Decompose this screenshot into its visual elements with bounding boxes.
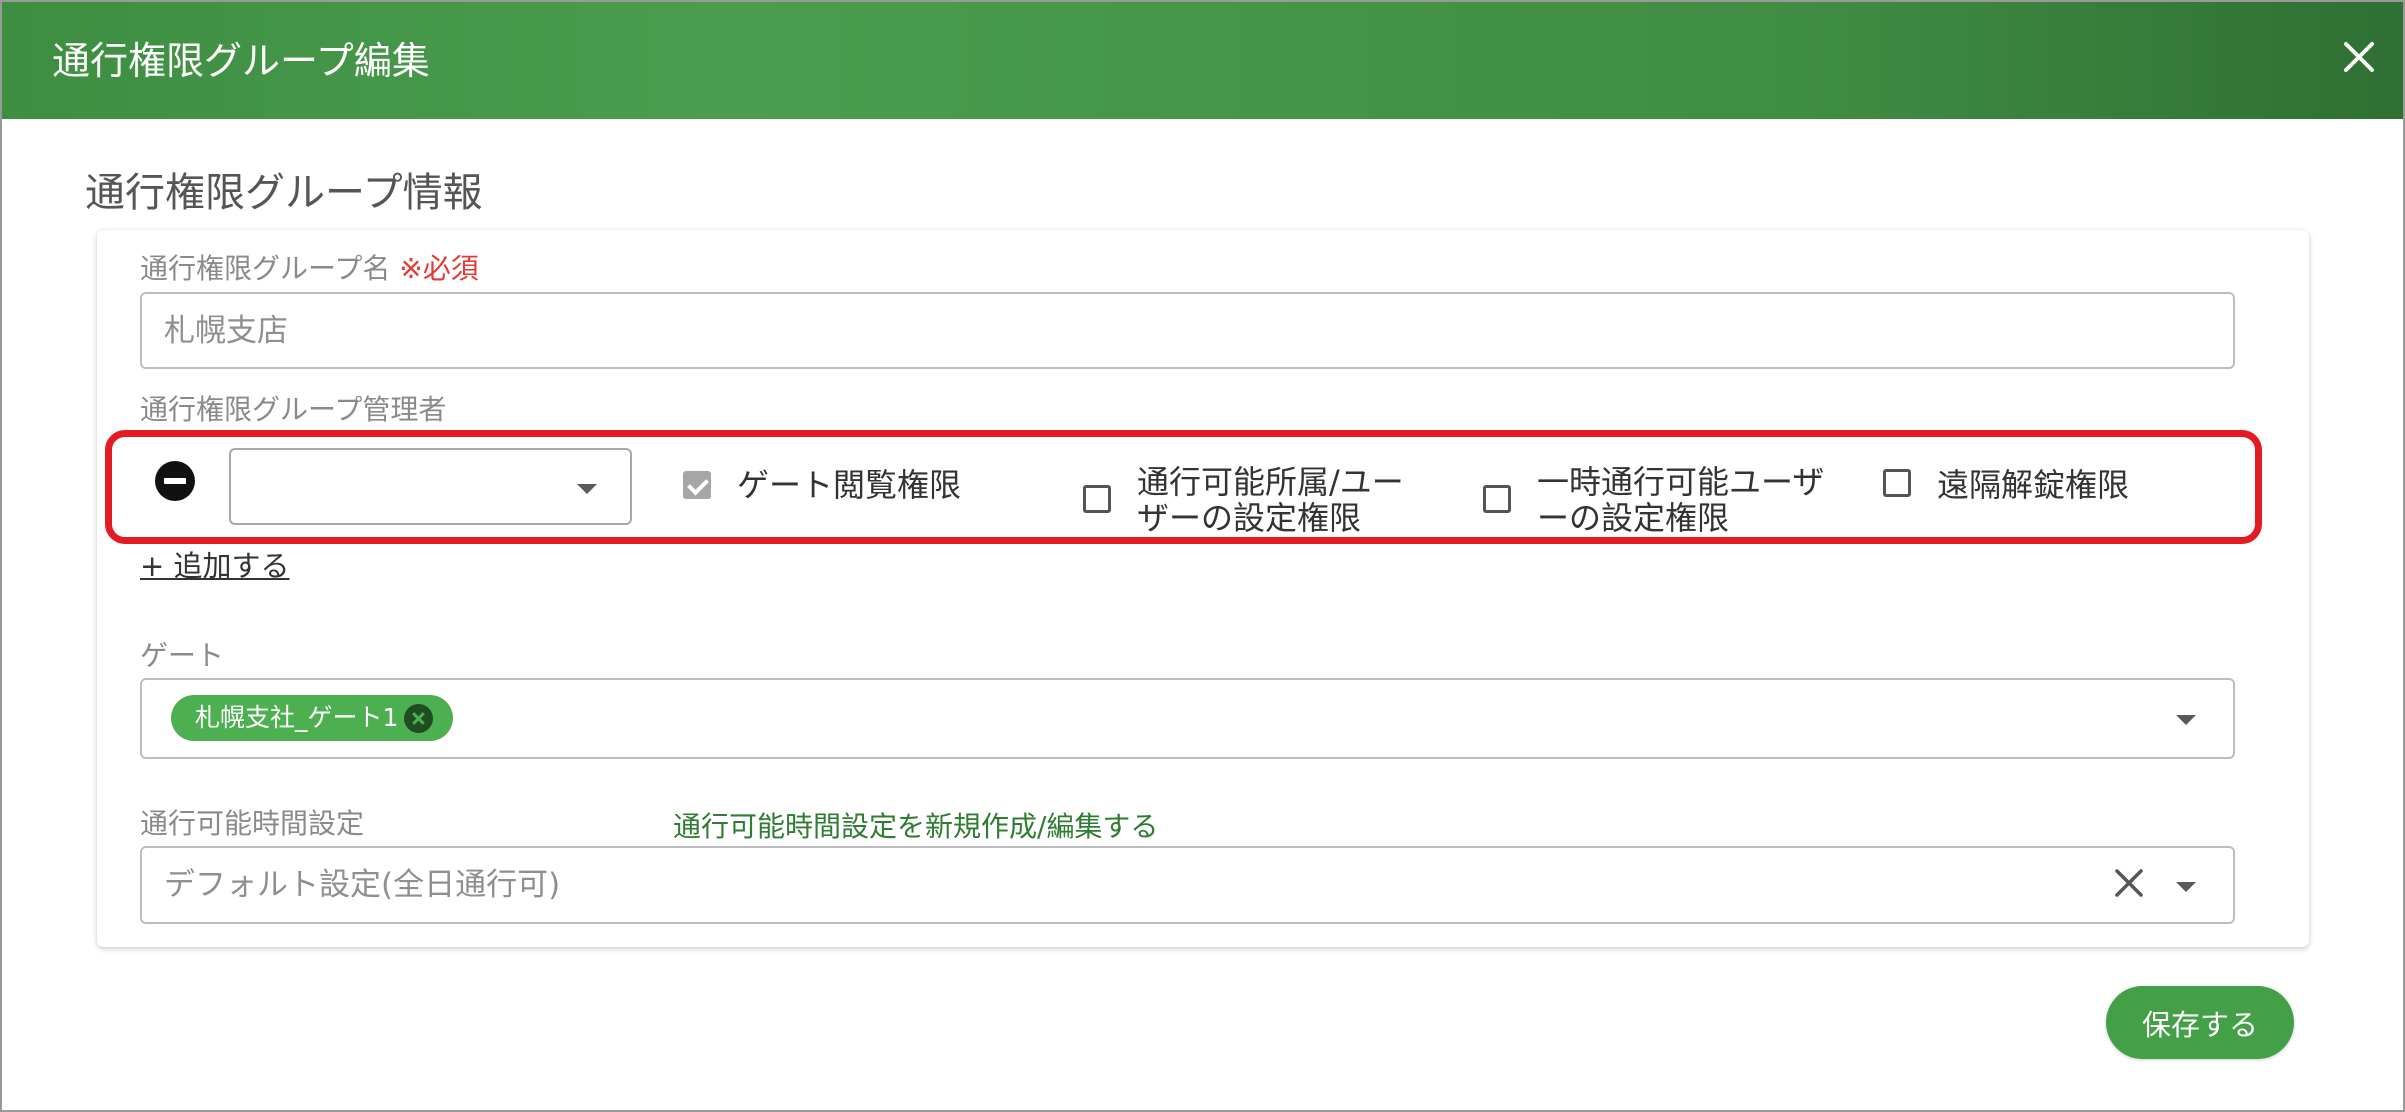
temp-user-permission-line2: ーの設定権限 — [1537, 499, 1730, 537]
remove-admin-icon[interactable] — [155, 461, 195, 501]
temp-user-permission-checkbox[interactable] — [1483, 485, 1511, 513]
group-name-input[interactable]: 札幌支店 — [140, 292, 2235, 369]
dialog-header: 通行権限グループ編集 — [2, 2, 2403, 119]
edit-dialog: 通行権限グループ編集 通行権限グループ情報 通行権限グループ名 ※必須 札幌支店… — [0, 0, 2405, 1112]
affiliation-user-permission-line1: 通行可能所属/ユー — [1137, 463, 1404, 501]
admin-select[interactable] — [229, 448, 632, 525]
time-setting-value: デフォルト設定(全日通行可) — [164, 867, 561, 903]
dialog-title: 通行権限グループ編集 — [52, 39, 430, 83]
affiliation-user-permission-label: 通行可能所属/ユー ザーの設定権限 — [1137, 464, 1404, 536]
time-setting-select[interactable]: デフォルト設定(全日通行可) — [140, 846, 2235, 924]
group-name-label: 通行権限グループ名 ※必須 — [140, 255, 479, 283]
time-setting-label: 通行可能時間設定 — [140, 807, 365, 840]
gate-multiselect[interactable] — [140, 678, 2235, 759]
gate-label: ゲート — [140, 639, 225, 672]
required-mark: ※必須 — [399, 252, 479, 285]
temp-user-permission-line1: 一時通行可能ユーザ — [1537, 463, 1825, 501]
group-name-label-text: 通行権限グループ名 — [140, 252, 391, 285]
remote-unlock-permission-label: 遠隔解錠権限 — [1937, 466, 2130, 504]
gate-view-permission-checkbox[interactable] — [683, 471, 711, 499]
chevron-down-icon — [577, 484, 597, 494]
admin-label: 通行権限グループ管理者 — [140, 393, 447, 426]
group-name-value: 札幌支店 — [164, 313, 288, 349]
chevron-down-icon — [2176, 715, 2196, 725]
gate-chip[interactable]: 札幌支社_ゲート1 — [171, 695, 453, 741]
gate-view-permission-label: ゲート閲覧権限 — [737, 466, 962, 504]
section-title: 通行権限グループ情報 — [85, 170, 483, 216]
chevron-down-icon — [2176, 882, 2196, 892]
time-setting-edit-link[interactable]: 通行可能時間設定を新規作成/編集する — [673, 805, 1158, 845]
clear-icon[interactable] — [2114, 868, 2144, 898]
close-icon[interactable] — [2336, 34, 2382, 80]
add-admin-link[interactable]: + 追加する — [140, 543, 290, 585]
remote-unlock-permission-checkbox[interactable] — [1883, 469, 1911, 497]
affiliation-user-permission-checkbox[interactable] — [1083, 485, 1111, 513]
gate-chip-label: 札幌支社_ゲート1 — [195, 703, 399, 732]
save-button[interactable]: 保存する — [2106, 986, 2294, 1059]
chip-remove-icon[interactable] — [404, 704, 433, 733]
affiliation-user-permission-line2: ザーの設定権限 — [1137, 499, 1362, 537]
temp-user-permission-label: 一時通行可能ユーザ ーの設定権限 — [1537, 464, 1824, 536]
